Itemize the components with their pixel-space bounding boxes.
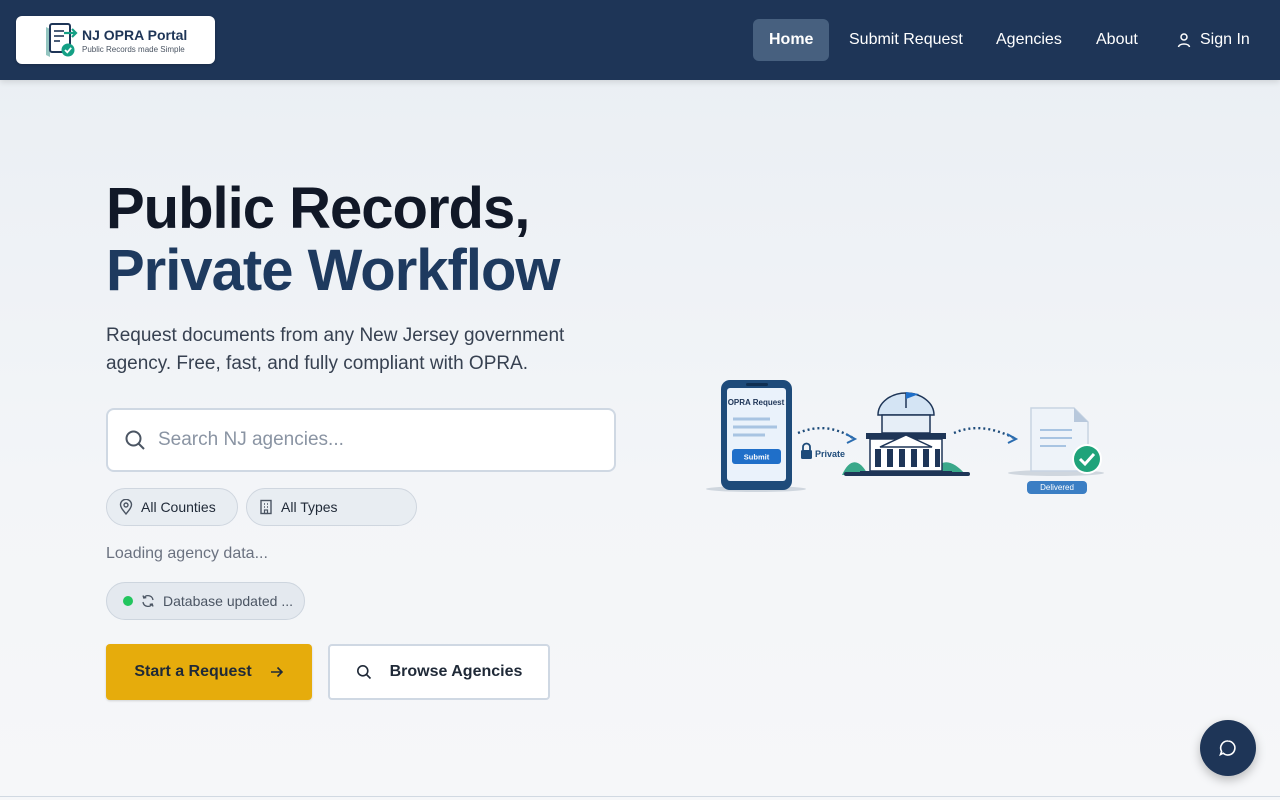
county-filter[interactable]: All Counties (106, 488, 238, 526)
nav-submit-request[interactable]: Submit Request (833, 19, 979, 61)
building-icon (260, 499, 272, 515)
logo-title: NJ OPRA Portal (82, 27, 188, 43)
nav-agencies[interactable]: Agencies (980, 19, 1078, 61)
status-dot (123, 596, 133, 606)
start-request-label: Start a Request (134, 663, 252, 680)
database-status-badge: Database updated ... (106, 582, 305, 620)
workflow-illustration: OPRA Request Submit Private Delivered (700, 375, 1110, 505)
site-header: NJ OPRA Portal Public Records made Simpl… (0, 0, 1280, 80)
phone-submit-label: Submit (744, 453, 770, 462)
search-icon (125, 430, 145, 450)
browse-agencies-label: Browse Agencies (389, 663, 523, 680)
nav-about[interactable]: About (1080, 19, 1154, 61)
logo-tagline: Public Records made Simple (82, 45, 185, 54)
hero-subtitle: Request documents from any New Jersey go… (106, 325, 565, 374)
refresh-icon (142, 595, 154, 607)
private-label: Private (815, 449, 845, 459)
county-filter-label: All Counties (141, 499, 216, 515)
chat-button[interactable] (1200, 720, 1256, 776)
sign-in-button[interactable]: Sign In (1160, 19, 1266, 61)
phone-icon (721, 380, 792, 490)
type-filter[interactable]: All Types (246, 488, 417, 526)
database-status-label: Database updated ... (163, 593, 293, 609)
agency-search-box (106, 408, 616, 472)
sign-in-label: Sign In (1200, 31, 1250, 48)
hero-title-line2: Private Workflow (106, 238, 560, 303)
start-request-button[interactable]: Start a Request (106, 644, 312, 700)
site-logo[interactable]: NJ OPRA Portal Public Records made Simpl… (16, 16, 215, 64)
user-icon (1177, 33, 1191, 48)
capitol-building-icon (842, 392, 970, 476)
lock-icon (801, 442, 812, 459)
browse-agencies-button[interactable]: Browse Agencies (328, 644, 550, 700)
map-pin-icon (119, 499, 133, 515)
nav-home[interactable]: Home (753, 19, 830, 61)
arrow-right-icon (270, 666, 283, 678)
phone-title: OPRA Request (728, 398, 785, 407)
section-divider (0, 796, 1280, 797)
search-icon (356, 665, 371, 680)
check-circle-icon (1072, 444, 1102, 474)
chat-bubble-icon (1219, 740, 1236, 757)
workflow-graphic: OPRA Request Submit Private Delivered (706, 380, 1104, 494)
hero-title: Public Records, Private Workflow (106, 178, 560, 302)
loading-status: Loading agency data... (106, 545, 268, 562)
document-check-icon (46, 23, 78, 57)
hero-title-line1: Public Records, (106, 176, 530, 241)
type-filter-label: All Types (281, 499, 338, 515)
agency-search-input[interactable] (158, 429, 588, 451)
delivered-label: Delivered (1040, 483, 1074, 492)
